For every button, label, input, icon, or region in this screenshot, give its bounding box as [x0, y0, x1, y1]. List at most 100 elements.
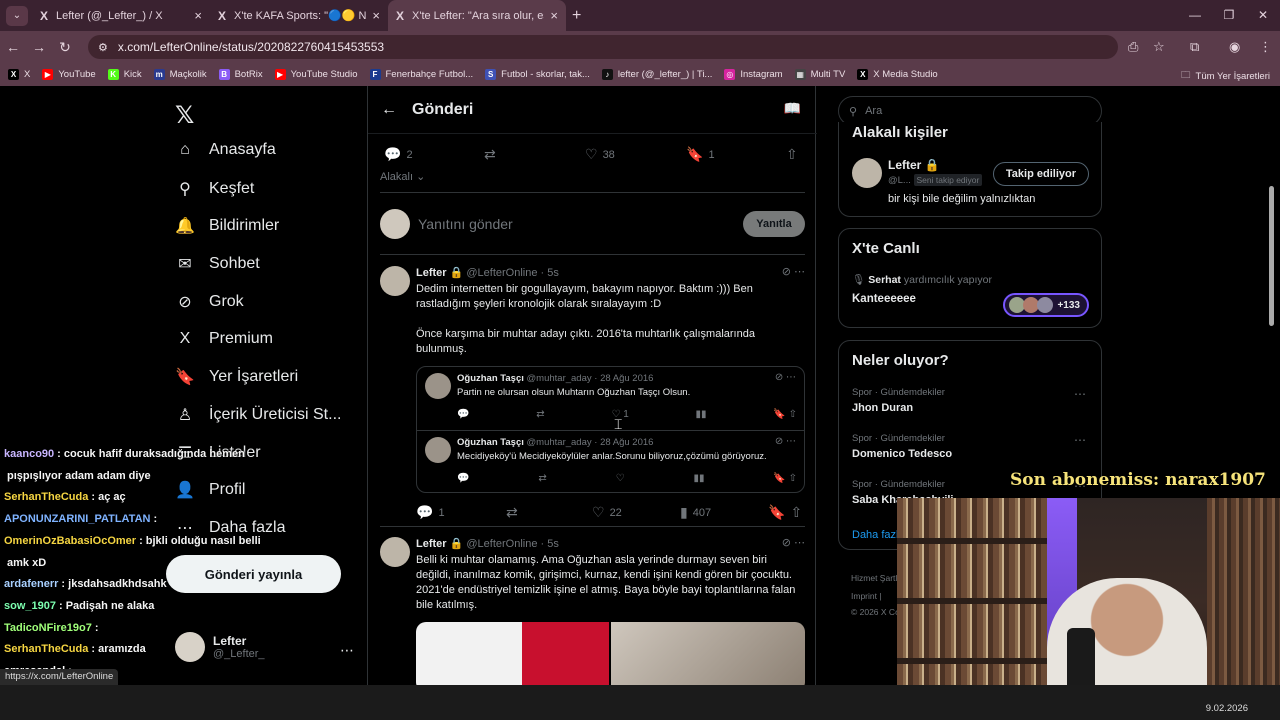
tweet-author[interactable]: Lefter — [416, 267, 447, 279]
more-icon[interactable]: ⋯ — [1074, 387, 1086, 401]
views-icon[interactable]: ▮▮ — [693, 473, 704, 484]
tweet-media[interactable] — [416, 622, 805, 685]
views-action[interactable]: ▮ 407 — [680, 504, 711, 521]
maximize-icon[interactable]: ❐ — [1212, 0, 1246, 31]
site-info-icon[interactable]: ⚙ — [98, 41, 108, 54]
sidebar-item[interactable]: X Premium — [175, 330, 273, 348]
bookmark-item[interactable]: B BotRix — [218, 69, 263, 80]
quoted-tweet[interactable]: Oğuzhan Taşçı @muhtar_aday · 28 Ağu 2016… — [417, 431, 806, 495]
sidebar-item[interactable]: ⚲ Keşfet — [175, 179, 254, 199]
reply-input[interactable]: Yanıtını gönder — [418, 216, 743, 232]
bookmark-share[interactable]: 🔖 ⇧ — [768, 504, 807, 521]
tweet-menu[interactable]: ⊘ ⋯ — [782, 536, 805, 549]
avatar[interactable] — [380, 537, 410, 567]
browser-tab[interactable]: X X'te KAFA Sports: "🔵🟡 N'Golo × — [210, 0, 388, 31]
back-icon[interactable]: ← — [0, 39, 26, 55]
install-icon[interactable]: ⎙ — [1128, 31, 1138, 63]
reply-icon[interactable]: 💬 — [457, 473, 469, 484]
footer-link[interactable]: Imprint | — [851, 591, 882, 601]
forward-icon[interactable]: → — [26, 39, 52, 55]
sidebar-item[interactable]: ⌂ Anasayfa — [175, 141, 276, 159]
profile-avatar-icon[interactable]: ◉ — [1229, 31, 1240, 63]
views-icon[interactable]: ▮▮ — [696, 409, 707, 420]
url-field[interactable]: ⚙ x.com/LefterOnline/status/202082276041… — [88, 35, 1118, 59]
bookmark-item[interactable]: X X Media Studio — [857, 69, 938, 80]
close-tab-icon[interactable]: × — [550, 8, 558, 23]
x-live-card[interactable]: X'te Canlı 🎙 Serhat yardımcılık yapıyor … — [838, 228, 1102, 328]
relevance-dropdown[interactable]: Alakalı ⌄ — [380, 170, 425, 183]
grok-icon[interactable]: ⊘ — [782, 537, 791, 549]
grok-icon[interactable]: ⊘ — [782, 266, 791, 278]
all-bookmarks-folder[interactable]: 🗀 Tüm Yer İşaretleri — [1181, 68, 1270, 84]
bookmark-item[interactable]: F Fenerbahçe Futbol... — [369, 69, 473, 80]
bookmark-item[interactable]: m Maçkolik — [153, 69, 207, 80]
close-tab-icon[interactable]: × — [194, 8, 202, 23]
avatar[interactable] — [852, 158, 882, 188]
trend-item[interactable]: Spor · Gündemdekiler Domenico Tedesco ⋯ — [852, 433, 1092, 460]
heart-icon[interactable]: ♡ — [616, 473, 625, 484]
tweet-menu[interactable]: ⊘ ⋯ — [782, 265, 805, 278]
avatar[interactable] — [380, 266, 410, 296]
reader-mode-icon[interactable]: 📖 — [784, 100, 801, 117]
reply-action[interactable]: 💬 2 — [384, 146, 413, 163]
tweet-time[interactable]: 5s — [547, 538, 559, 550]
trend-item[interactable]: Spor · Gündemdekiler Jhon Duran ⋯ — [852, 387, 1092, 414]
like-action[interactable]: ♡ 22 — [592, 504, 622, 521]
sidebar-item[interactable]: 🔔 Bildirimler — [175, 216, 279, 236]
bookmark-share[interactable]: 🔖 ⇧ — [773, 409, 797, 420]
following-button[interactable]: Takip ediliyor — [992, 162, 1089, 186]
bookmark-action[interactable]: 🔖 1 — [686, 146, 715, 163]
bookmark-item[interactable]: ♪ lefter (@_lefter_) | Ti... — [601, 69, 712, 80]
sidebar-item[interactable]: ✉ Sohbet — [175, 254, 259, 274]
reply-icon[interactable]: 💬 — [457, 409, 469, 420]
repost-icon[interactable]: ⇄ — [538, 473, 546, 484]
tweet-handle[interactable]: @LefterOnline — [466, 267, 537, 279]
tweet-author[interactable]: Lefter — [416, 538, 447, 550]
reply-action[interactable]: 💬 1 — [416, 504, 445, 521]
minimize-icon[interactable]: — — [1178, 0, 1212, 31]
bookmark-star-icon[interactable]: ☆ — [1153, 31, 1165, 63]
menu-icon[interactable]: ⋮ — [1259, 31, 1272, 63]
quoted-tweet[interactable]: Oğuzhan Taşçı @muhtar_aday · 28 Ağu 2016… — [417, 367, 806, 431]
bookmark-item[interactable]: ▦ Multi TV — [794, 69, 845, 80]
bookmark-item[interactable]: ▶ YouTube — [42, 69, 96, 80]
extensions-icon[interactable]: ⧉ — [1190, 31, 1199, 63]
back-arrow-icon[interactable]: ← — [370, 101, 408, 119]
more-icon[interactable]: ⋯ — [794, 266, 805, 278]
tweet-handle[interactable]: @LefterOnline — [466, 538, 537, 550]
more-icon[interactable]: ⋯ — [1074, 433, 1086, 447]
like-action[interactable]: ♡ 38 — [585, 146, 615, 163]
quoted-menu[interactable]: ⊘ ⋯ — [775, 436, 796, 447]
scrollbar[interactable] — [1269, 186, 1274, 326]
reload-icon[interactable]: ↻ — [52, 39, 78, 56]
repost-action[interactable]: ⇄ — [506, 504, 523, 521]
sidebar-item[interactable]: ⊘ Grok — [175, 292, 243, 312]
sidebar-item[interactable]: 🔖 Yer İşaretleri — [175, 367, 298, 387]
bookmark-share[interactable]: 🔖 ⇧ — [773, 473, 797, 484]
sidebar-item[interactable]: ♙ İçerik Üreticisi St... — [175, 405, 342, 425]
x-logo-icon[interactable]: 𝕏 — [175, 101, 194, 130]
tweet-time[interactable]: 5s — [547, 267, 559, 279]
more-icon[interactable]: ⋯ — [794, 537, 805, 549]
quoted-menu[interactable]: ⊘ ⋯ — [775, 372, 796, 383]
share-action[interactable]: ⇧ — [786, 146, 803, 163]
browser-tab[interactable]: X Lefter (@_Lefter_) / X × — [32, 0, 210, 31]
media-image[interactable] — [416, 622, 609, 685]
bookmark-item[interactable]: K Kick — [107, 69, 142, 80]
repost-icon[interactable]: ⇄ — [536, 409, 544, 420]
browser-tab-active[interactable]: X X'te Lefter: "Ara sıra olur, eski a × — [388, 0, 566, 31]
close-tab-icon[interactable]: × — [372, 8, 380, 23]
bookmark-item[interactable]: XX — [8, 69, 30, 80]
tab-search-button[interactable]: ⌄ — [6, 5, 28, 26]
bookmark-item[interactable]: ▶ YouTube Studio — [274, 69, 358, 80]
quoted-thread[interactable]: Oğuzhan Taşçı @muhtar_aday · 28 Ağu 2016… — [416, 366, 805, 493]
person-name[interactable]: Lefter 🔒 — [888, 158, 940, 172]
media-image[interactable] — [611, 622, 805, 685]
new-tab-icon[interactable]: + — [572, 7, 581, 25]
close-window-icon[interactable]: ✕ — [1246, 0, 1280, 31]
bookmark-item[interactable]: S Futbol - skorlar, tak... — [485, 69, 590, 80]
reply-button[interactable]: Yanıtla — [743, 211, 805, 237]
bookmark-item[interactable]: ◎ Instagram — [724, 69, 783, 80]
listeners-pill[interactable]: +133 — [1003, 293, 1089, 317]
repost-action[interactable]: ⇄ — [484, 146, 501, 163]
